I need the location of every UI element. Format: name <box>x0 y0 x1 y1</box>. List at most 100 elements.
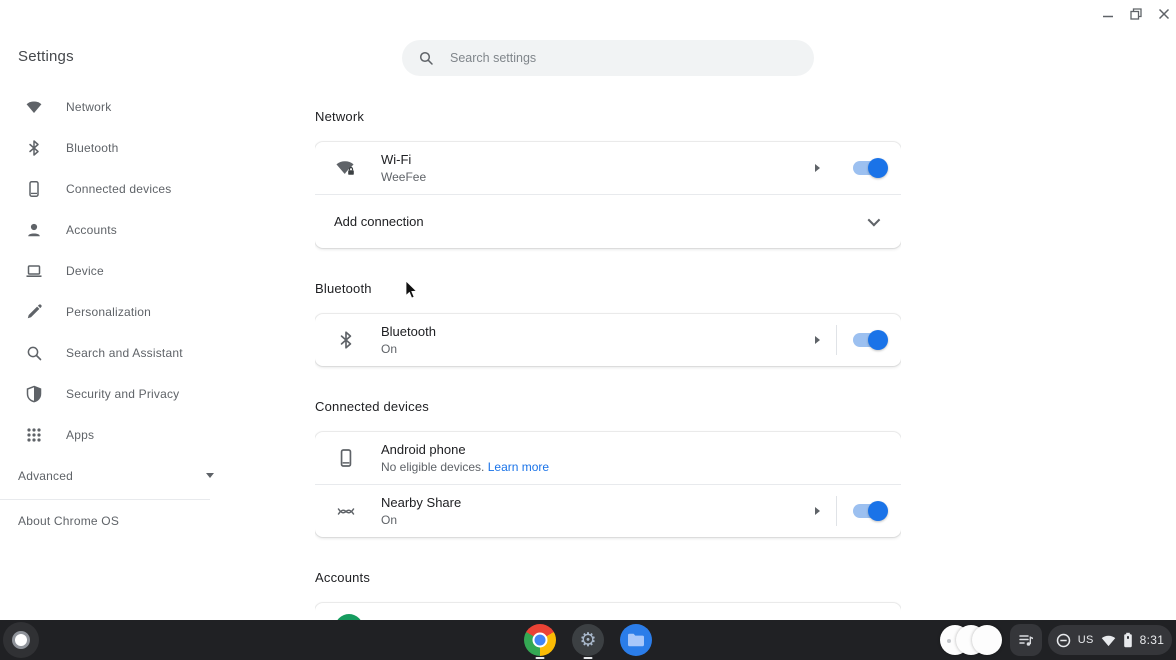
expand-chevron-down-icon[interactable] <box>868 214 881 227</box>
sidebar-item-device[interactable]: Device <box>0 250 232 291</box>
notification-stack[interactable] <box>940 625 1002 655</box>
toggle-knob <box>868 330 888 350</box>
wifi-row[interactable]: Wi-Fi WeeFee <box>315 142 901 194</box>
launcher-button[interactable] <box>3 622 39 658</box>
sidebar-item-label: Connected devices <box>66 182 171 196</box>
subpage-arrow-icon[interactable] <box>815 507 820 515</box>
toggle-knob <box>868 158 888 178</box>
bluetooth-icon <box>25 139 43 157</box>
subpage-arrow-icon[interactable] <box>815 336 820 344</box>
connected-devices-card: Android phone No eligible devices. Learn… <box>315 432 901 537</box>
battery-icon <box>1123 632 1133 648</box>
clock: 8:31 <box>1140 633 1165 647</box>
bluetooth-toggle[interactable] <box>853 333 887 347</box>
chrome-icon <box>524 624 556 656</box>
close-icon <box>1158 8 1170 20</box>
sidebar-item-search-assistant[interactable]: Search and Assistant <box>0 332 232 373</box>
sidebar-item-personalization[interactable]: Personalization <box>0 291 232 332</box>
sidebar-item-label: Device <box>66 264 104 278</box>
search-icon <box>25 344 43 362</box>
row-separator <box>836 325 837 355</box>
row-separator <box>836 496 837 526</box>
android-phone-row[interactable]: Android phone No eligible devices. Learn… <box>315 432 901 484</box>
network-card: Wi-Fi WeeFee Add connection <box>315 142 901 248</box>
about-label: About Chrome OS <box>18 514 119 528</box>
sidebar-item-accounts[interactable]: Accounts <box>0 209 232 250</box>
launcher-icon <box>12 631 30 649</box>
bluetooth-card: Bluetooth On <box>315 314 901 366</box>
accounts-card: c Currently signed in as cros <box>315 603 901 620</box>
section-header-bluetooth: Bluetooth <box>315 281 901 296</box>
sidebar-nav: Network Bluetooth Connected devices Acco… <box>0 86 232 541</box>
minimize-button[interactable] <box>1100 6 1116 22</box>
nearby-share-row[interactable]: Nearby Share On <box>315 485 901 537</box>
wifi-status-icon <box>1101 634 1116 647</box>
wifi-lock-icon <box>335 157 357 179</box>
sidebar-item-label: Accounts <box>66 223 117 237</box>
add-connection-row[interactable]: Add connection <box>315 195 901 248</box>
shelf-apps: ⚙ <box>524 624 652 656</box>
sidebar-item-bluetooth[interactable]: Bluetooth <box>0 127 232 168</box>
search-input[interactable] <box>450 51 798 65</box>
phone-icon <box>25 180 43 198</box>
subpage-arrow-icon[interactable] <box>815 164 820 172</box>
bluetooth-title: Bluetooth <box>381 324 436 339</box>
wifi-network-name: WeeFee <box>381 170 426 184</box>
apps-grid-icon <box>25 426 43 444</box>
section-header-accounts: Accounts <box>315 570 901 585</box>
keyboard-layout-indicator: US <box>1078 634 1094 646</box>
phone-icon <box>335 447 357 469</box>
restore-button[interactable] <box>1128 6 1144 22</box>
page-title: Settings <box>18 48 74 65</box>
add-connection-label: Add connection <box>334 214 424 229</box>
section-header-connected-devices: Connected devices <box>315 399 901 414</box>
restore-icon <box>1130 8 1142 20</box>
shelf: ⚙ US 8:31 <box>0 620 1176 660</box>
wifi-title: Wi-Fi <box>381 152 426 167</box>
sidebar-advanced-expander[interactable]: Advanced <box>0 455 232 496</box>
window-controls <box>1100 6 1172 22</box>
wifi-toggle[interactable] <box>853 161 887 175</box>
toggle-knob <box>868 501 888 521</box>
bluetooth-row[interactable]: Bluetooth On <box>315 314 901 366</box>
row-separator <box>836 153 837 183</box>
gear-icon: ⚙ <box>572 624 604 656</box>
sidebar-item-apps[interactable]: Apps <box>0 414 232 455</box>
laptop-icon <box>25 262 43 280</box>
queue-music-icon <box>1018 632 1034 648</box>
folder-icon <box>620 624 652 656</box>
status-tray[interactable]: US 8:31 <box>1048 625 1172 655</box>
sidebar-item-label: Security and Privacy <box>66 387 179 401</box>
sidebar-item-label: Personalization <box>66 305 151 319</box>
bluetooth-state: On <box>381 342 436 356</box>
signed-in-account-row[interactable]: c Currently signed in as cros <box>315 608 901 620</box>
nearby-share-toggle[interactable] <box>853 504 887 518</box>
sidebar-item-connected-devices[interactable]: Connected devices <box>0 168 232 209</box>
chrome-app-button[interactable] <box>524 624 556 656</box>
search-bar[interactable] <box>402 40 814 76</box>
media-controls-button[interactable] <box>1010 624 1042 656</box>
running-indicator <box>584 657 593 659</box>
chevron-down-icon <box>206 473 214 478</box>
shield-icon <box>25 385 43 403</box>
minimize-icon <box>1102 8 1114 20</box>
search-icon <box>418 50 434 66</box>
close-button[interactable] <box>1156 6 1172 22</box>
do-not-disturb-icon <box>1056 633 1071 648</box>
notification-card <box>972 625 1002 655</box>
sidebar-item-about-chrome-os[interactable]: About Chrome OS <box>0 500 232 541</box>
files-app-button[interactable] <box>620 624 652 656</box>
sidebar-item-security-privacy[interactable]: Security and Privacy <box>0 373 232 414</box>
advanced-label: Advanced <box>18 469 73 483</box>
sidebar-item-label: Bluetooth <box>66 141 119 155</box>
android-phone-status: No eligible devices. <box>381 460 484 474</box>
sidebar-item-network[interactable]: Network <box>0 86 232 127</box>
nearby-share-icon <box>335 500 357 522</box>
person-icon <box>25 221 43 239</box>
settings-app-button[interactable]: ⚙ <box>572 624 604 656</box>
sidebar-item-label: Apps <box>66 428 94 442</box>
bluetooth-icon <box>335 329 357 351</box>
learn-more-link[interactable]: Learn more <box>488 460 549 474</box>
running-indicator <box>536 657 545 659</box>
nearby-share-state: On <box>381 513 461 527</box>
